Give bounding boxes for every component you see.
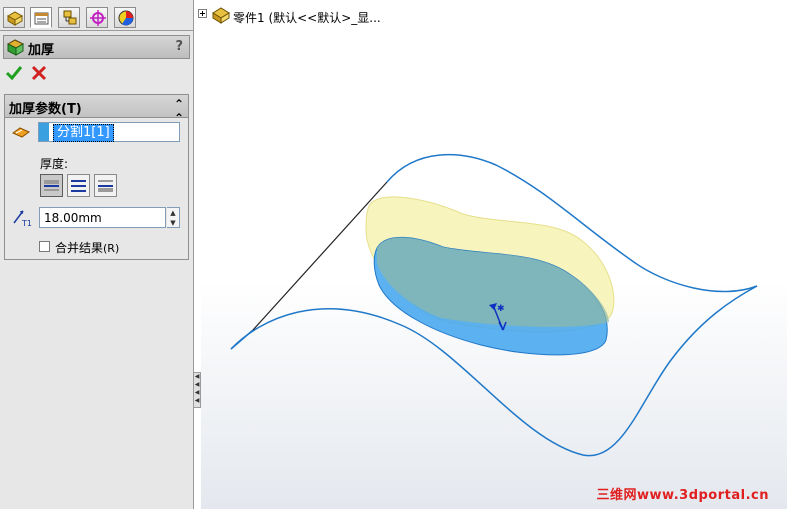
surface-left-edge [252, 181, 388, 331]
check-icon [5, 66, 23, 81]
group-title: 加厚参数(T) [9, 102, 82, 117]
feature-title: 加厚 [28, 43, 55, 58]
thicken-both-sides-icon [71, 180, 86, 192]
graphics-area[interactable]: 零件1 (默认<<默认>_显... ✱ 三维网www.3dportal.cn [198, 0, 787, 509]
panel-splitter[interactable]: ◀ ◀ ◀ ◀ [193, 372, 201, 408]
site-watermark: 三维网www.3dportal.cn [596, 488, 769, 503]
tab-featuremanager[interactable] [3, 7, 25, 28]
thickness-spinner[interactable]: ▲ ▼ [167, 207, 180, 228]
dimxpert-icon [90, 10, 106, 26]
feature-tree-icon [6, 11, 24, 26]
model-view[interactable]: ✱ [201, 0, 787, 509]
ok-button[interactable] [5, 64, 23, 82]
thickness-label: 厚度: [40, 157, 69, 171]
surface-selection-icon [11, 127, 31, 138]
surface-corner-edge [230, 329, 254, 350]
thicken-side2-button[interactable] [94, 174, 117, 197]
tab-dimxpertmanager[interactable] [86, 7, 108, 28]
selected-surface-item[interactable]: 分割1[1] [53, 124, 114, 142]
svg-text:T1: T1 [21, 219, 32, 227]
double-chevron-up-icon[interactable]: ⌃ ⌃ [174, 97, 184, 125]
help-button[interactable]: ? [175, 39, 183, 54]
spin-up-icon[interactable]: ▲ [167, 208, 179, 218]
spin-down-icon[interactable]: ▼ [167, 218, 179, 228]
thicken-side1-button[interactable] [40, 174, 63, 197]
thicken-side2-icon [98, 180, 113, 192]
thicken-feature-icon [7, 39, 25, 56]
feature-header: 加厚 ? [3, 35, 190, 59]
merge-result-checkbox[interactable] [39, 241, 50, 252]
property-manager-icon [34, 12, 49, 25]
surface-selection-box[interactable]: 分割1[1] [38, 122, 180, 142]
property-manager-panel: 加厚 ? 加厚参数(T) ⌃ ⌃ 分割1[1] 厚度: T1 18.00mm ▲… [0, 0, 194, 509]
display-manager-icon [118, 10, 134, 26]
configuration-icon [63, 10, 77, 25]
tab-propertymanager[interactable] [30, 7, 52, 28]
tab-configurationmanager[interactable] [58, 7, 80, 28]
merge-result-label[interactable]: 合并结果(R) [55, 239, 119, 256]
thicken-parameters-group: 加厚参数(T) ⌃ ⌃ 分割1[1] 厚度: T1 18.00mm ▲ ▼ 合并… [4, 94, 189, 260]
cancel-button[interactable] [30, 64, 48, 82]
tab-displaymanager[interactable] [114, 7, 136, 28]
selection-color-swatch [39, 123, 49, 141]
thickness-distance-icon: T1 [13, 210, 32, 227]
thicken-both-sides-button[interactable] [67, 174, 90, 197]
group-header[interactable]: 加厚参数(T) ⌃ ⌃ [5, 95, 188, 125]
manager-tab-bar [0, 6, 193, 31]
close-icon [31, 65, 47, 81]
svg-text:✱: ✱ [497, 304, 505, 314]
thicken-side1-icon [44, 180, 59, 191]
thickness-input[interactable] [39, 207, 166, 228]
